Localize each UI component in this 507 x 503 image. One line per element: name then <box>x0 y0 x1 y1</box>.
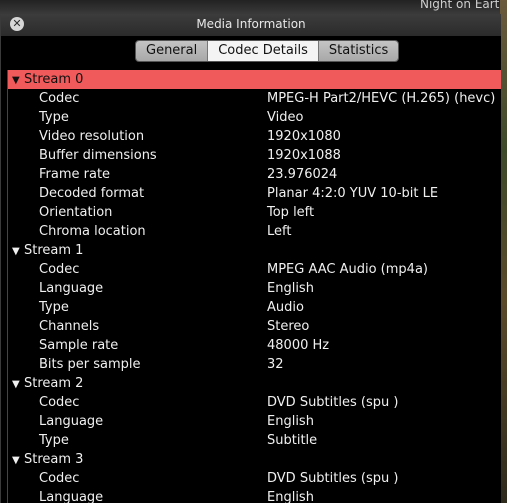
disclosure-triangle-icon[interactable]: ▼ <box>12 242 24 261</box>
property-row[interactable]: Codec MPEG-H Part2/HEVC (H.265) (hevc) <box>8 89 501 108</box>
stream-row[interactable]: ▼ Stream 2 <box>8 374 501 393</box>
property-value: 1920x1088 <box>267 148 341 163</box>
property-key: Type <box>39 300 69 315</box>
property-row[interactable]: Orientation Top left <box>8 203 501 222</box>
property-value: Audio <box>267 300 304 315</box>
property-key: Bits per sample <box>39 357 141 372</box>
property-value: DVD Subtitles (spu ) <box>267 395 399 410</box>
property-key: Codec <box>39 262 80 277</box>
property-row[interactable]: Bits per sample 32 <box>8 355 501 374</box>
property-value: 23.976024 <box>267 167 338 182</box>
property-key: Language <box>39 281 104 296</box>
property-row[interactable]: Codec MPEG AAC Audio (mp4a) <box>8 260 501 279</box>
property-row[interactable]: Type Audio <box>8 298 501 317</box>
tab-statistics[interactable]: Statistics <box>318 41 399 61</box>
property-key: Buffer dimensions <box>39 148 157 163</box>
stream-label: Stream 0 <box>24 72 84 87</box>
property-key: Orientation <box>39 205 113 220</box>
property-key: Chroma location <box>39 224 146 239</box>
property-value: Video <box>267 110 304 125</box>
property-row[interactable]: Language English <box>8 488 501 503</box>
tab-group: General Codec Details Statistics <box>135 40 400 62</box>
property-key: Type <box>39 433 69 448</box>
background-title: Night on Earth <box>420 0 507 11</box>
property-key: Decoded format <box>39 186 145 201</box>
tab-general[interactable]: General <box>136 41 209 61</box>
property-row[interactable]: Codec DVD Subtitles (spu ) <box>8 469 501 488</box>
property-value: English <box>267 490 314 503</box>
property-row[interactable]: Decoded format Planar 4:2:0 YUV 10-bit LE <box>8 184 501 203</box>
disclosure-triangle-icon[interactable]: ▼ <box>12 71 24 90</box>
background-strip: Night on Earth <box>0 0 507 14</box>
stream-label: Stream 1 <box>24 243 84 258</box>
property-row[interactable]: Frame rate 23.976024 <box>8 165 501 184</box>
property-value: Stereo <box>267 319 310 334</box>
property-value: 32 <box>267 357 284 372</box>
stream-row[interactable]: ▼ Stream 3 <box>8 450 501 469</box>
disclosure-triangle-icon[interactable]: ▼ <box>12 451 24 470</box>
property-row[interactable]: Codec DVD Subtitles (spu ) <box>8 393 501 412</box>
property-value: English <box>267 281 314 296</box>
property-key: Language <box>39 490 104 503</box>
property-key: Codec <box>39 91 80 106</box>
property-value: MPEG-H Part2/HEVC (H.265) (hevc) <box>267 91 496 106</box>
property-row[interactable]: Type Video <box>8 108 501 127</box>
property-value: 48000 Hz <box>267 338 330 353</box>
property-value: Subtitle <box>267 433 318 448</box>
property-row[interactable]: Language English <box>8 279 501 298</box>
property-value: DVD Subtitles (spu ) <box>267 471 399 486</box>
media-information-window: ✕ Media Information General Codec Detail… <box>0 14 501 503</box>
property-value: Planar 4:2:0 YUV 10-bit LE <box>267 186 439 201</box>
property-key: Codec <box>39 471 80 486</box>
property-key: Codec <box>39 395 80 410</box>
background-edge <box>500 0 507 503</box>
tab-bar: General Codec Details Statistics <box>1 36 501 64</box>
tab-codec-details[interactable]: Codec Details <box>208 41 319 61</box>
property-key: Video resolution <box>39 129 145 144</box>
property-row[interactable]: Buffer dimensions 1920x1088 <box>8 146 501 165</box>
property-row[interactable]: Language English <box>8 412 501 431</box>
property-value: 1920x1080 <box>267 129 341 144</box>
property-key: Sample rate <box>39 338 119 353</box>
property-value: Left <box>267 224 292 239</box>
property-key: Language <box>39 414 104 429</box>
window-title: Media Information <box>196 17 306 31</box>
stream-label: Stream 3 <box>24 452 84 467</box>
property-row[interactable]: Video resolution 1920x1080 <box>8 127 501 146</box>
codec-details-list[interactable]: ▼ Stream 0 Codec MPEG-H Part2/HEVC (H.265) … <box>7 70 501 503</box>
property-key: Frame rate <box>39 167 111 182</box>
property-key: Type <box>39 110 69 125</box>
disclosure-triangle-icon[interactable]: ▼ <box>12 375 24 394</box>
property-row[interactable]: Chroma location Left <box>8 222 501 241</box>
stream-row[interactable]: ▼ Stream 1 <box>8 241 501 260</box>
titlebar: ✕ Media Information <box>1 14 501 36</box>
property-row[interactable]: Sample rate 48000 Hz <box>8 336 501 355</box>
property-value: Top left <box>267 205 315 220</box>
property-row[interactable]: Type Subtitle <box>8 431 501 450</box>
property-value: English <box>267 414 314 429</box>
property-row[interactable]: Channels Stereo <box>8 317 501 336</box>
property-key: Channels <box>39 319 100 334</box>
stream-label: Stream 2 <box>24 376 84 391</box>
property-value: MPEG AAC Audio (mp4a) <box>267 262 428 277</box>
stream-row[interactable]: ▼ Stream 0 <box>8 70 501 89</box>
